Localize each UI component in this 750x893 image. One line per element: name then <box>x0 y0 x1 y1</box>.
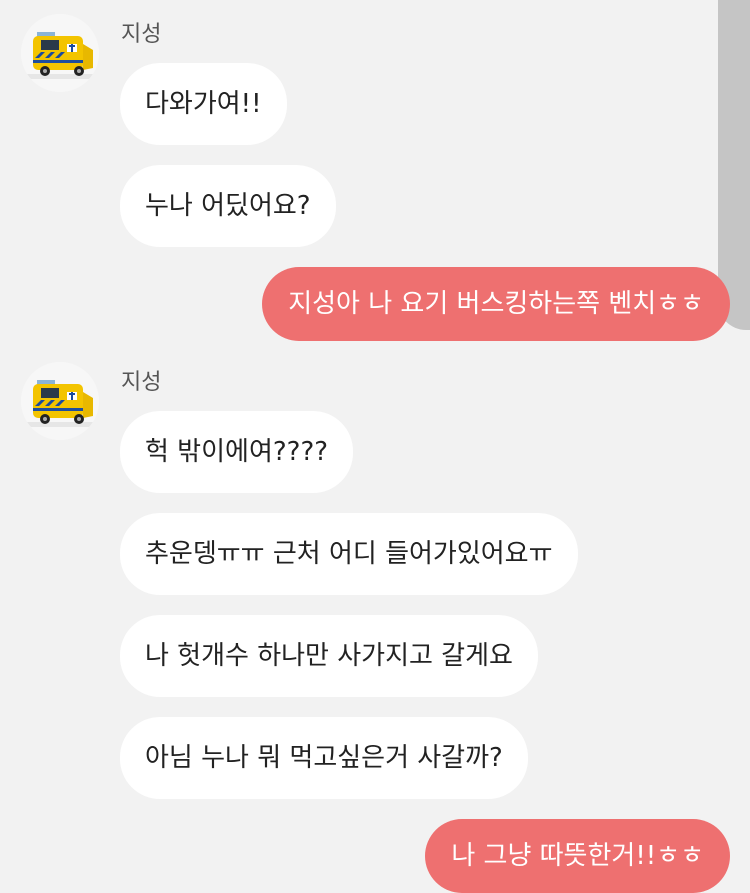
sender-avatar-icon[interactable] <box>21 14 99 92</box>
outgoing-message[interactable]: 지성아 나 요기 버스킹하는쪽 벤치ㅎㅎ <box>262 267 730 341</box>
incoming-message[interactable]: 누나 어딨어요? <box>120 165 336 247</box>
incoming-message[interactable]: 헉 밖이에여???? <box>120 411 354 493</box>
scrollbar-thumb[interactable] <box>718 0 750 330</box>
incoming-message[interactable]: 나 헛개수 하나만 사가지고 갈게요 <box>120 615 538 697</box>
incoming-message[interactable]: 아님 누나 뭐 먹고싶은거 사갈까? <box>120 717 528 799</box>
incoming-message[interactable]: 추운뎅ㅠㅠ 근처 어디 들어가있어요ㅠ <box>120 513 578 595</box>
sender-name: 지성 <box>121 370 162 395</box>
incoming-message[interactable]: 다와가여!! <box>120 63 287 145</box>
outgoing-message[interactable]: 나 그냥 따뜻한거!!ㅎㅎ <box>425 819 730 893</box>
sender-avatar-icon[interactable] <box>21 362 99 440</box>
sender-name: 지성 <box>121 22 162 47</box>
